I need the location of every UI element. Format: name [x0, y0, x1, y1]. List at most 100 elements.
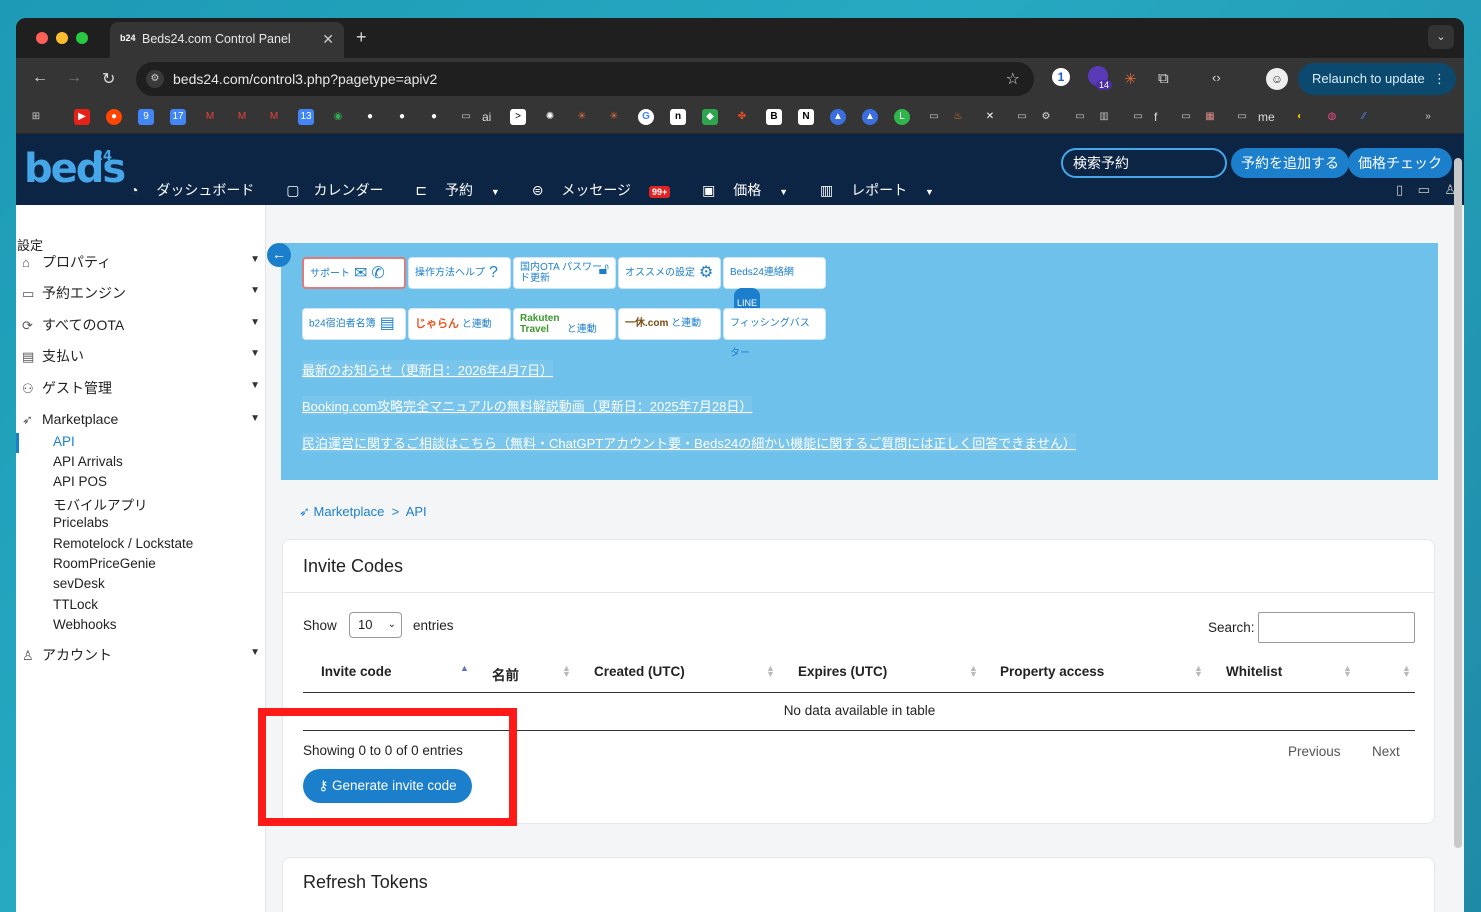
mask-icon[interactable]: ◐: [1292, 109, 1308, 125]
sort-icon[interactable]: ▲ ▼: [562, 664, 571, 679]
terminal-icon[interactable]: >: [510, 109, 526, 125]
sidebar-sub-ttlock[interactable]: TTLock: [53, 597, 98, 612]
phishing-buster-button[interactable]: フィッシングバスター: [723, 308, 826, 359]
relaunch-button[interactable]: Relaunch to update ⋮: [1298, 63, 1456, 95]
sort-icon[interactable]: ▲ ▼: [1194, 664, 1203, 679]
gmail-icon[interactable]: M: [234, 109, 250, 125]
ikyu-link-button[interactable]: 一休.com と連動: [618, 308, 721, 340]
more-bookmarks-icon[interactable]: »: [1420, 109, 1436, 125]
calendar-bookmark-icon[interactable]: 13: [298, 109, 314, 125]
bookmark-folder-label[interactable]: me: [1258, 110, 1275, 124]
beds24-logo[interactable]: beds 24: [24, 146, 126, 192]
nav-bookings[interactable]: ⊏ 予約 ▼: [415, 182, 513, 198]
feedly-icon[interactable]: ◆: [702, 109, 718, 125]
line-icon[interactable]: L: [894, 109, 910, 125]
sidebar-item-marketplace[interactable]: ➶ Marketplace ▼: [22, 411, 262, 428]
nav-messages[interactable]: ⊜ メッセージ 99+: [532, 182, 685, 198]
sort-icon[interactable]: ▲ ▼: [1402, 664, 1411, 679]
rakuten-link-button[interactable]: Rakuten Travel と連動: [513, 308, 616, 340]
breadcrumb-api[interactable]: API: [406, 504, 427, 519]
beds24-contact-button[interactable]: Beds24連絡網LINE: [723, 257, 826, 318]
github-icon[interactable]: ●: [426, 109, 442, 125]
sidebar-item-payments[interactable]: ▤ 支払い ▼: [22, 346, 262, 366]
reload-icon[interactable]: ↻: [102, 69, 115, 89]
devtools-icon[interactable]: ‹›: [1212, 70, 1221, 85]
notice-link-news[interactable]: 最新のお知らせ（更新日：2026年4月7日）: [302, 360, 554, 379]
column-invite-code[interactable]: Invite code: [321, 664, 392, 679]
claude-icon[interactable]: ✳: [1124, 70, 1137, 88]
calendar-bookmark-icon[interactable]: 9: [138, 109, 154, 125]
folder-icon[interactable]: ▭: [1072, 109, 1088, 125]
dribbble-icon[interactable]: ◍: [1324, 109, 1340, 125]
sidebar-sub-api[interactable]: API: [53, 434, 75, 449]
triangle-icon[interactable]: ▲: [830, 109, 846, 125]
sidebar-item-account[interactable]: ♙ アカウント ▼: [22, 645, 262, 665]
new-tab-icon[interactable]: +: [356, 27, 367, 48]
jalan-link-button[interactable]: じゃらん と連動: [408, 308, 511, 340]
more-menu-icon[interactable]: ⋮: [1433, 63, 1446, 95]
browser-tab[interactable]: b24 Beds24.com Control Panel ✕: [110, 22, 344, 58]
sidebar-sub-mobile-app[interactable]: モバイルアプリ: [53, 494, 148, 514]
google-icon[interactable]: G: [638, 109, 654, 125]
notice-link-booking-video[interactable]: Booking.com攻略完全マニュアルの無料解説動画（更新日：2025年7月2…: [302, 396, 753, 415]
folder-icon[interactable]: ▭: [1234, 109, 1250, 125]
profile-avatar[interactable]: ☺: [1266, 68, 1288, 90]
youtube-icon[interactable]: ▶: [74, 109, 90, 125]
recommended-settings-button[interactable]: オススメの設定 ⚙: [618, 257, 721, 289]
column-expires[interactable]: Expires (UTC): [798, 664, 887, 679]
next-page-button[interactable]: Next: [1372, 744, 1400, 759]
sidebar-sub-api-arrivals[interactable]: API Arrivals: [53, 454, 123, 469]
mobile-icon[interactable]: ▯: [1396, 182, 1403, 197]
back-icon[interactable]: ←: [32, 69, 48, 87]
tile-icon[interactable]: ▦: [1202, 109, 1218, 125]
address-bar[interactable]: ⚙ beds24.com/control3.php?pagetype=apiv2…: [136, 62, 1034, 96]
bookmark-folder-label[interactable]: ai: [482, 110, 491, 124]
sidebar-sub-webhooks[interactable]: Webhooks: [53, 617, 117, 632]
sidebar-sub-remotelock[interactable]: Remotelock / Lockstate: [53, 536, 193, 551]
price-check-button[interactable]: 価格チェック: [1348, 148, 1452, 178]
b-icon[interactable]: B: [766, 109, 782, 125]
github-icon[interactable]: ●: [394, 109, 410, 125]
figma-icon[interactable]: ✤: [734, 109, 750, 125]
notice-link-consultation[interactable]: 民泊運営に関するご相談はこちら（無料・ChatGPTアカウント要・Beds24の…: [302, 433, 1076, 452]
desktop-icon[interactable]: ▭: [1418, 182, 1430, 197]
folder-icon[interactable]: ▭: [926, 109, 942, 125]
sidebar-sub-pricelabs[interactable]: Pricelabs: [53, 515, 109, 530]
nav-dashboard[interactable]: ◔ ダッシュボード: [130, 182, 268, 198]
openai-icon[interactable]: ✺: [542, 109, 558, 125]
booking-search-input[interactable]: 検索予約: [1061, 148, 1227, 178]
nav-reports[interactable]: ▥ レポート ▼: [820, 182, 948, 198]
close-tab-icon[interactable]: ✕: [322, 31, 334, 48]
close-window-icon[interactable]: [36, 32, 48, 44]
bookmark-star-icon[interactable]: ☆: [1006, 69, 1020, 89]
forward-icon[interactable]: →: [66, 69, 82, 87]
calendar-bookmark-icon[interactable]: 17: [170, 109, 186, 125]
column-created[interactable]: Created (UTC): [594, 664, 685, 679]
gear-bookmark-icon[interactable]: ⚙: [1038, 109, 1054, 125]
apps-grid-icon[interactable]: ⊞: [28, 109, 44, 125]
notion-icon[interactable]: n: [670, 109, 686, 125]
folder-icon[interactable]: ▭: [1178, 109, 1194, 125]
help-button[interactable]: 操作方法ヘルプ?: [408, 257, 511, 289]
site-info-icon[interactable]: ⚙: [146, 70, 164, 88]
sidebar-item-ota[interactable]: ⟳ すべてのOTA ▼: [22, 315, 262, 335]
minimize-window-icon[interactable]: [56, 32, 68, 44]
column-name[interactable]: 名前: [492, 664, 519, 684]
maximize-window-icon[interactable]: [76, 32, 88, 44]
ota-password-button[interactable]: 国内OTA パスワード更新 🔓︎: [513, 257, 616, 289]
folder-icon[interactable]: ▭: [458, 109, 474, 125]
claude-icon[interactable]: ✳: [606, 109, 622, 125]
nav-calendar[interactable]: ▢ カレンダー: [286, 182, 397, 198]
sidebar-sub-sevdesk[interactable]: sevDesk: [53, 576, 105, 591]
maps-icon[interactable]: ◉: [330, 109, 346, 125]
gmail-icon[interactable]: M: [266, 109, 282, 125]
sort-asc-icon[interactable]: ▲: [460, 664, 469, 673]
page-scrollbar[interactable]: [1454, 158, 1462, 848]
guest-registry-button[interactable]: b24宿泊者名簿 ▤: [302, 308, 406, 340]
column-whitelist[interactable]: Whitelist: [1226, 664, 1282, 679]
breadcrumb-marketplace[interactable]: Marketplace: [314, 504, 385, 519]
building-icon[interactable]: ▥: [1096, 109, 1112, 125]
folder-icon[interactable]: ▭: [1014, 109, 1030, 125]
previous-page-button[interactable]: Previous: [1288, 744, 1341, 759]
sort-icon[interactable]: ▲ ▼: [969, 664, 978, 679]
